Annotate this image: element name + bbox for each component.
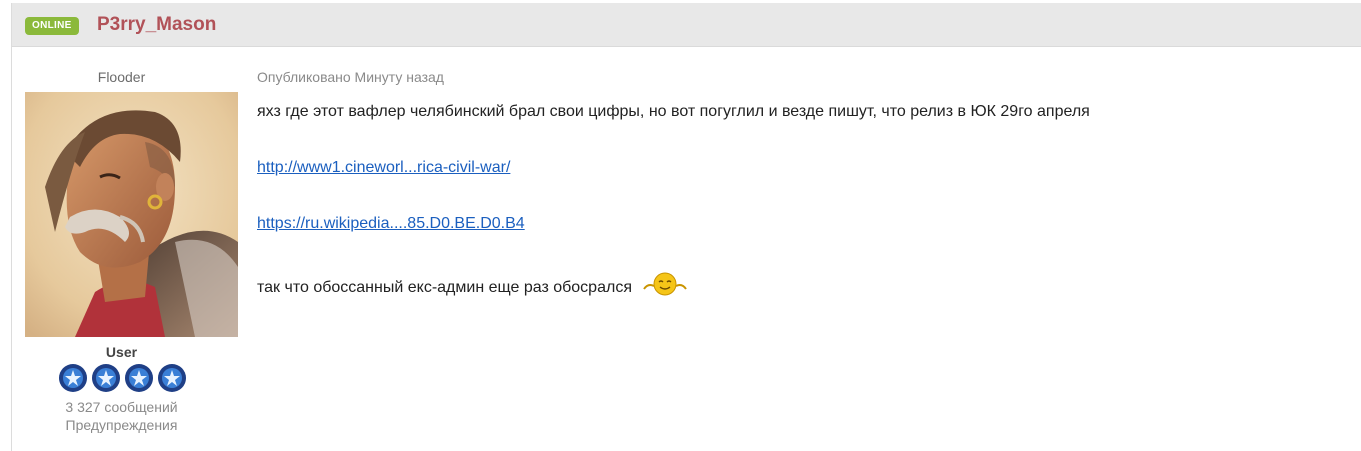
post-header: ONLINE P3rry_Mason xyxy=(12,3,1361,47)
rank-star-icon xyxy=(59,364,87,392)
online-status-badge: ONLINE xyxy=(25,17,79,35)
post-link-cineworld[interactable]: http://www1.cineworl...rica-civil-war/ xyxy=(257,159,510,176)
rank-star-icon xyxy=(125,364,153,392)
rank-star-icon xyxy=(158,364,186,392)
post-text: так что обоссанный екс-админ еще раз обо… xyxy=(257,279,632,297)
member-group: User xyxy=(105,344,138,360)
post-count: 3 327 сообщений xyxy=(65,399,178,415)
post-text-line: яхз где этот вафлер челябинский брал сво… xyxy=(257,103,1090,120)
post-text-line: так что обоссанный екс-админ еще раз обо… xyxy=(257,272,688,303)
shy-smiley-icon xyxy=(643,272,688,296)
rank-icons xyxy=(58,363,188,395)
username-link[interactable]: P3rry_Mason xyxy=(97,14,216,36)
forum-post: ONLINE P3rry_Mason Flooder User 3 327 со… xyxy=(11,3,1361,451)
member-title: Flooder xyxy=(97,69,146,85)
rank-star-icon xyxy=(92,364,120,392)
post-link-row: https://ru.wikipedia....85.D0.BE.D0.B4 xyxy=(257,215,525,233)
post-link-wikipedia[interactable]: https://ru.wikipedia....85.D0.BE.D0.B4 xyxy=(257,215,525,232)
published-time: Опубликовано Минуту назад xyxy=(257,69,444,85)
avatar-portrait-image xyxy=(25,92,238,337)
warnings-label[interactable]: Предупреждения xyxy=(12,417,231,433)
avatar[interactable] xyxy=(25,92,238,337)
post-link-row: http://www1.cineworl...rica-civil-war/ xyxy=(257,159,510,177)
